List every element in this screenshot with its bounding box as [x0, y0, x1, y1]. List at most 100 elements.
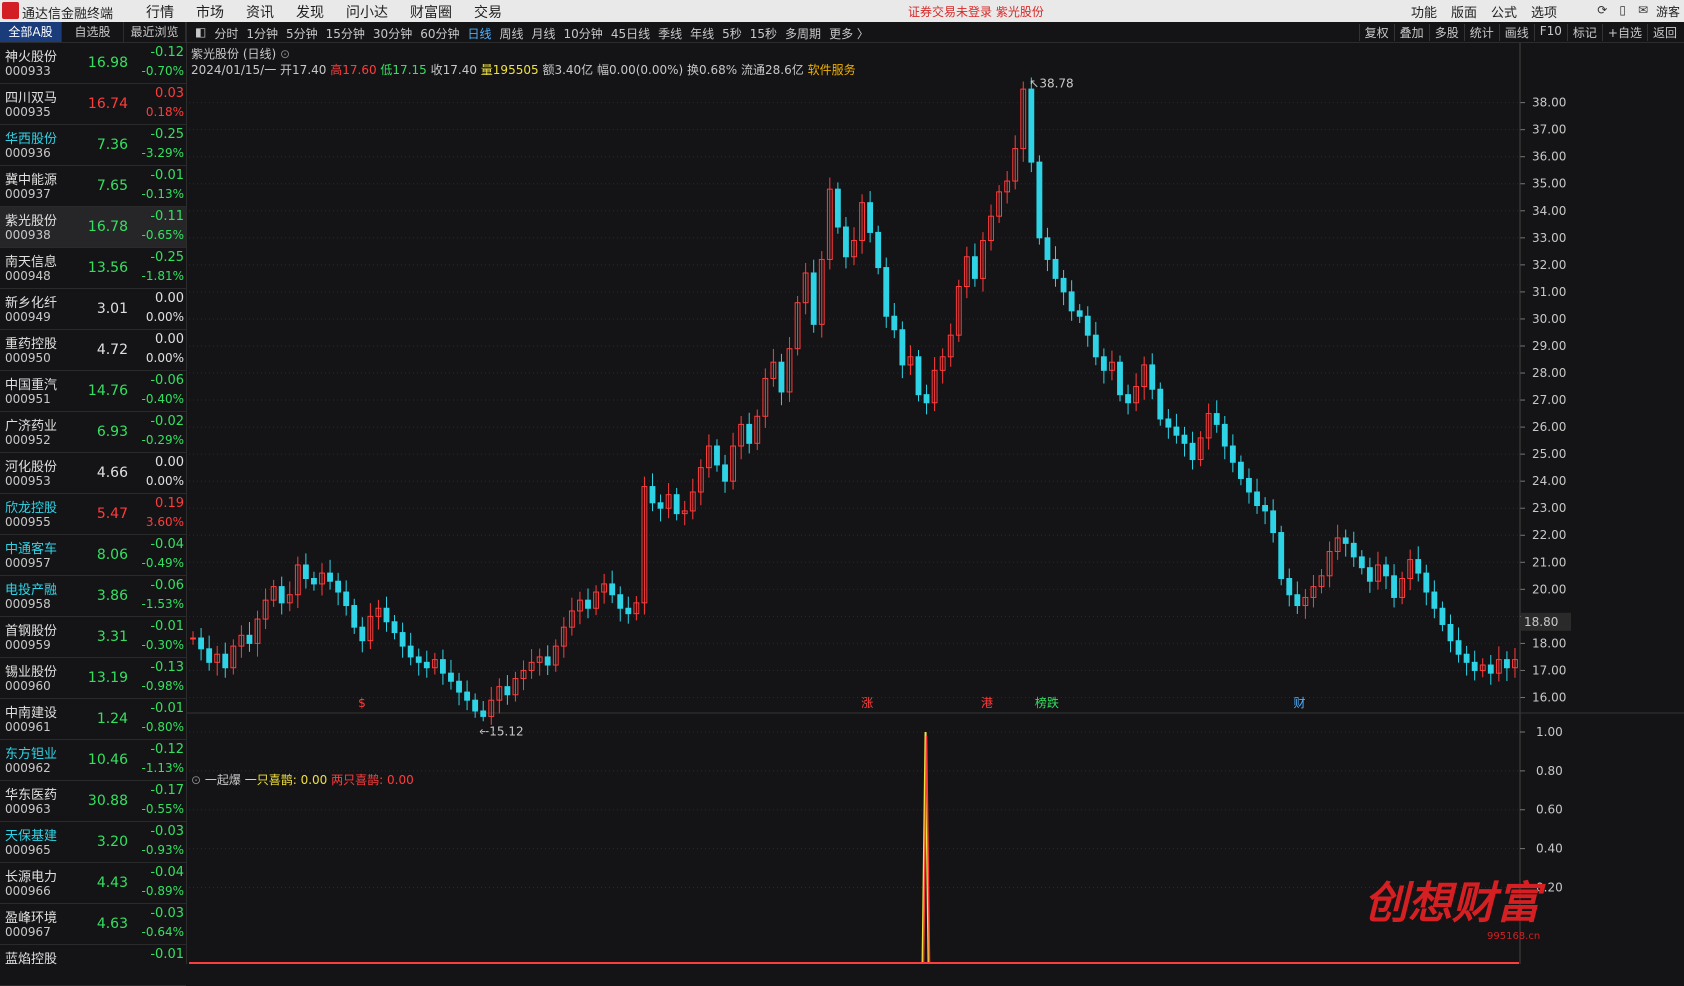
period-tab[interactable]: 更多 〉: [825, 25, 873, 42]
user-label[interactable]: 游客: [1656, 3, 1680, 20]
y-tick-label: 32.00: [1532, 258, 1566, 272]
event-marker[interactable]: 涨: [861, 695, 873, 710]
chart-tool-button[interactable]: F10: [1533, 24, 1567, 41]
stock-row[interactable]: 蓝焰控股 -0.01: [0, 945, 186, 986]
period-tab[interactable]: 月线: [528, 25, 560, 42]
chart-tool-button[interactable]: 返回: [1646, 24, 1682, 41]
menu-item-caifuquan[interactable]: 财富圈: [399, 2, 463, 22]
stock-row[interactable]: 新乡化纤 000949 3.01 0.00 0.00%: [0, 289, 186, 330]
layout-toggle-icon[interactable]: ◧: [191, 25, 210, 42]
stock-row[interactable]: 锡业股份 000960 13.19 -0.13 -0.98%: [0, 658, 186, 699]
chart-tool-button[interactable]: 标记: [1566, 24, 1602, 41]
stock-code: 000951: [5, 392, 51, 406]
period-tab[interactable]: 30分钟: [369, 25, 416, 42]
menu-item-gongneng[interactable]: 功能: [1404, 2, 1444, 21]
event-marker[interactable]: 财: [1294, 696, 1306, 710]
tab-all-a-shares[interactable]: 全部A股: [0, 22, 62, 42]
chart-tool-button[interactable]: 叠加: [1393, 24, 1429, 41]
stock-row[interactable]: 重药控股 000950 4.72 0.00 0.00%: [0, 330, 186, 371]
menu-item-wenxiaoda[interactable]: 问小达: [335, 2, 399, 22]
stock-change: 0.19: [155, 496, 184, 511]
stock-row[interactable]: 首钢股份 000959 3.31 -0.01 -0.30%: [0, 617, 186, 658]
current-price-label: 18.80: [1524, 615, 1558, 629]
candle-body: [480, 710, 487, 717]
menu-item-faxian[interactable]: 发现: [285, 2, 335, 22]
candle-body: [1455, 640, 1462, 655]
stock-code: 000952: [5, 433, 51, 447]
stock-row[interactable]: 中通客车 000957 8.06 -0.04 -0.49%: [0, 535, 186, 576]
stock-row[interactable]: 长源电力 000966 4.43 -0.04 -0.89%: [0, 863, 186, 904]
stock-row[interactable]: 广济药业 000952 6.93 -0.02 -0.29%: [0, 412, 186, 453]
stock-row[interactable]: 盈峰环境 000967 4.63 -0.03 -0.64%: [0, 904, 186, 945]
y-tick-label: 22.00: [1532, 528, 1566, 542]
menu-item-shichang[interactable]: 市场: [185, 2, 235, 22]
stock-code: 000936: [5, 146, 51, 160]
period-tab[interactable]: 15分钟: [322, 25, 369, 42]
menu-item-banmian[interactable]: 版面: [1444, 2, 1484, 21]
indicator-collapse-icon[interactable]: ⊙: [191, 773, 201, 787]
tab-recent[interactable]: 最近浏览: [124, 22, 186, 42]
kline-chart-area[interactable]: 16.00 17.00 18.00 20.00 21.00 22.00 23.00 24.00…: [187, 43, 1684, 965]
stock-name: 盈峰环境: [5, 911, 58, 926]
period-tab[interactable]: 60分钟: [416, 25, 463, 42]
quote-turnover: 换0.68%: [687, 63, 738, 77]
chart-tool-button[interactable]: +自选: [1601, 24, 1647, 41]
chart-tool-button[interactable]: 复权: [1358, 24, 1394, 41]
menu-item-jiaoyi[interactable]: 交易: [463, 2, 513, 22]
stock-change-pct: -0.98%: [141, 679, 184, 693]
stock-row[interactable]: 华东医药 000963 30.88 -0.17 -0.55%: [0, 781, 186, 822]
period-tab[interactable]: 15秒: [746, 25, 781, 42]
phone-icon[interactable]: ▯: [1619, 3, 1626, 17]
menu-item-hangqing[interactable]: 行情: [135, 2, 185, 22]
stock-row[interactable]: 欣龙控股 000955 5.47 0.19 3.60%: [0, 494, 186, 535]
chart-tool-button[interactable]: 统计: [1463, 24, 1499, 41]
candle-body: [359, 626, 366, 642]
period-tab[interactable]: 年线: [686, 25, 718, 42]
stock-row[interactable]: 南天信息 000948 13.56 -0.25 -1.81%: [0, 248, 186, 289]
period-tab[interactable]: 多周期: [781, 25, 825, 42]
period-tab[interactable]: 1分钟: [242, 25, 282, 42]
event-marker[interactable]: 榜跌: [1035, 695, 1059, 710]
login-notice[interactable]: 证券交易未登录 紫光股份: [908, 3, 1044, 20]
stock-change: -0.01: [150, 619, 184, 634]
tab-watchlist[interactable]: 自选股: [62, 22, 124, 42]
event-marker[interactable]: 港: [981, 696, 993, 710]
candle-body: [222, 653, 229, 669]
stock-row[interactable]: 神火股份 000933 16.98 -0.12 -0.70%: [0, 43, 186, 84]
stock-row[interactable]: 四川双马 000935 16.74 0.03 0.18%: [0, 84, 186, 125]
stock-row[interactable]: 天保基建 000965 3.20 -0.03 -0.93%: [0, 822, 186, 863]
stock-row[interactable]: 紫光股份 000938 16.78 -0.11 -0.65%: [0, 207, 186, 248]
kline-chart[interactable]: 16.00 17.00 18.00 20.00 21.00 22.00 23.00 24.00…: [187, 43, 1684, 965]
stock-row[interactable]: 中南建设 000961 1.24 -0.01 -0.80%: [0, 699, 186, 740]
mail-icon[interactable]: ✉: [1638, 3, 1648, 17]
period-tab[interactable]: 10分钟: [560, 25, 607, 42]
stock-row[interactable]: 中国重汽 000951 14.76 -0.06 -0.40%: [0, 371, 186, 412]
period-tab[interactable]: 45日线: [607, 25, 654, 42]
period-tab[interactable]: 周线: [496, 25, 528, 42]
stock-row[interactable]: 华西股份 000936 7.36 -0.25 -3.29%: [0, 125, 186, 166]
chart-toolbar: ◧ 分时 1分钟 5分钟 15分钟 30分钟 60分钟 日线 周线 月线 10分钟 45日线 季线 年线 5…: [187, 22, 1684, 43]
period-tab[interactable]: 日线: [463, 25, 495, 42]
stock-change: -0.12: [150, 45, 184, 60]
stock-row[interactable]: 冀中能源 000937 7.65 -0.01 -0.13%: [0, 166, 186, 207]
stock-code: 000938: [5, 228, 51, 242]
stock-row[interactable]: 河化股份 000953 4.66 0.00 0.00%: [0, 453, 186, 494]
indicator-y-tick-label: 1.00: [1536, 725, 1563, 739]
chart-tool-button[interactable]: 画线: [1498, 24, 1534, 41]
chart-tool-button[interactable]: 多股: [1428, 24, 1464, 41]
stock-price: 4.63: [96, 916, 128, 932]
stock-row[interactable]: 电投产融 000958 3.86 -0.06 -1.53%: [0, 576, 186, 617]
period-tab[interactable]: 分时: [210, 25, 242, 42]
event-marker[interactable]: $: [358, 696, 366, 710]
period-tab[interactable]: 5分钟: [282, 25, 322, 42]
menu-item-gongshi[interactable]: 公式: [1484, 2, 1524, 21]
stock-price: 13.56: [87, 260, 128, 276]
menu-item-zixun[interactable]: 资讯: [235, 2, 285, 22]
chart-menu-icon[interactable]: ⊙: [280, 47, 290, 61]
period-tab[interactable]: 季线: [654, 25, 686, 42]
menu-item-xuanxiang[interactable]: 选项: [1524, 2, 1564, 21]
period-tab[interactable]: 5秒: [718, 25, 746, 42]
refresh-icon[interactable]: ⟳: [1597, 3, 1607, 17]
stock-row[interactable]: 东方钽业 000962 10.46 -0.12 -1.13%: [0, 740, 186, 781]
candle-body: [472, 699, 479, 712]
